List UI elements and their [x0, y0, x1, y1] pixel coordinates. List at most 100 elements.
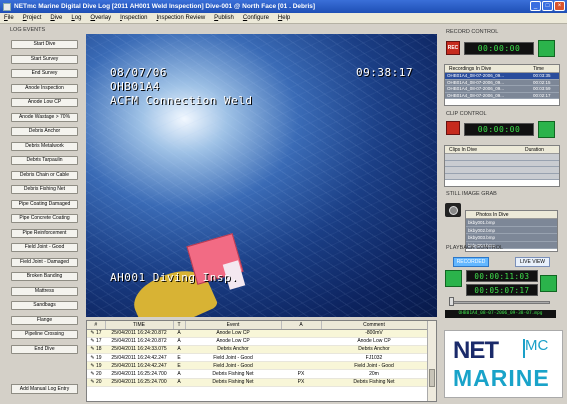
minimize-button[interactable]: _	[530, 1, 541, 11]
table-row[interactable]: ✎ 17 25/04/2011 16:24:20.872 A Anode Low CP…	[87, 337, 427, 346]
col-header[interactable]: A	[281, 321, 322, 330]
clip-button[interactable]	[446, 121, 460, 135]
sandbags-button[interactable]: Sandbags	[11, 301, 78, 310]
camera-icon[interactable]	[445, 203, 461, 217]
pipe-concrete-coating-button[interactable]: Pipe Concrete Coating	[11, 214, 78, 223]
end-survey-button[interactable]: End Survey	[11, 69, 78, 78]
table-row[interactable]: ✎ 19 25/04/2011 16:24:42.247 E Field Joint …	[87, 353, 427, 363]
cell-t: A	[173, 345, 185, 355]
table-row[interactable]: ✎ 17 25/04/2011 16:24:20.872 A Anode Low CP…	[87, 329, 427, 338]
field-joint-good-button[interactable]: Field Joint - Good	[11, 243, 78, 252]
playback-slider[interactable]	[450, 301, 550, 304]
clip-go-button[interactable]	[538, 121, 555, 138]
cell-n: ✎ 20	[87, 369, 105, 379]
debris-fishing-net-button[interactable]: Debris Fishing Net	[11, 185, 78, 194]
cell-event: Debris Fishing Net	[185, 378, 281, 387]
table-row[interactable]: ✎ 18 25/04/2011 16:24:33.075 A Debris Ancho…	[87, 345, 427, 355]
cell-time: 25/04/2011 16:25:24.700	[105, 369, 173, 379]
field-joint-damaged-button[interactable]: Field Joint - Damaged	[11, 257, 78, 267]
cell-n: ✎ 20	[87, 378, 105, 387]
list-item[interactable]: bkby003.bmp	[466, 234, 557, 242]
record-go-button[interactable]	[538, 40, 555, 57]
scroll-thumb[interactable]	[429, 369, 435, 387]
recording-name: OHB01A4_08-07-2006_09...	[447, 92, 505, 98]
broken-banding-button[interactable]: Broken Banding	[11, 272, 78, 281]
cell-n: ✎ 19	[87, 361, 105, 371]
col-header[interactable]: #	[87, 321, 106, 330]
end-dive-button[interactable]: End Dive	[11, 344, 78, 354]
list-item[interactable]	[445, 173, 559, 180]
menu-inspection-review[interactable]: Inspection Review	[156, 15, 205, 21]
menu-publish[interactable]: Publish	[214, 15, 234, 21]
flange-button[interactable]: Flange	[11, 315, 78, 325]
list-item[interactable]: OHB01A4_08-07-2006_09... 00:02:17	[445, 92, 559, 99]
list-item[interactable]: bkby001.bmp	[466, 219, 557, 227]
title-bar: NETmc Marine Digital Dive Log [2011 AH00…	[0, 0, 567, 13]
pipeline-crossing-button[interactable]: Pipeline Crossing	[11, 330, 78, 339]
menu-project[interactable]: Project	[23, 15, 42, 21]
play-button[interactable]	[445, 270, 462, 287]
video-line2: ACFM Connection Weld	[110, 94, 253, 107]
stop-button[interactable]	[540, 275, 557, 292]
clips-header: Clips In Dive Duration	[445, 146, 559, 154]
rec-button[interactable]: REC	[446, 41, 460, 55]
col-header: Clips In Dive	[449, 147, 478, 153]
cell-t: A	[173, 337, 185, 346]
slider-knob[interactable]	[449, 297, 454, 306]
recordings-list[interactable]: Recordings In Dive Time OHB01A4_08-07-20…	[444, 64, 560, 106]
anode-inspection-button[interactable]: Anode Inspection	[11, 83, 78, 93]
debris-tarpaulin-button[interactable]: Debris Tarpaulin	[11, 156, 78, 165]
debris-anchor-button[interactable]: Debris Anchor	[11, 127, 78, 136]
cell-comment: 20m	[321, 369, 427, 379]
menu-file[interactable]: File	[4, 15, 14, 21]
clips-list[interactable]: Clips In Dive Duration	[444, 145, 560, 187]
cell-t: E	[173, 353, 185, 363]
cell-a	[281, 353, 321, 363]
menu-configure[interactable]: Configure	[243, 15, 269, 21]
col-header[interactable]: T	[173, 321, 186, 330]
close-button[interactable]: ×	[554, 1, 565, 11]
menu-help[interactable]: Help	[278, 15, 290, 21]
menu-log[interactable]: Log	[71, 15, 81, 21]
log-events-header: LOG EVENTS	[10, 27, 46, 33]
cell-comment: Debris Fishing Net	[321, 378, 427, 387]
event-log-table[interactable]: # TIME T Event A Comment ✎ 17 25/04/2011 …	[86, 320, 437, 402]
anode-low-cp-button[interactable]: Anode Low CP	[11, 98, 78, 107]
cell-a	[281, 337, 321, 346]
menu-overlay[interactable]: Overlay	[90, 15, 111, 21]
list-item[interactable]: bkby002.bmp	[466, 226, 557, 234]
table-row[interactable]: ✎ 19 25/04/2011 16:24:42.247 E Field Joint …	[87, 361, 427, 371]
col-header[interactable]: Comment	[321, 321, 428, 330]
table-row[interactable]: ✎ 20 25/04/2011 16:25:24.700 A Debris Fishi…	[87, 369, 427, 379]
cell-event: Anode Low CP	[185, 337, 281, 346]
video-time: 09:38:17	[356, 66, 413, 79]
add-manual-log-entry-button[interactable]: Add Manual Log Entry	[11, 384, 78, 394]
maximize-button[interactable]: □	[542, 1, 553, 11]
cell-event: Field Joint - Good	[185, 353, 281, 363]
menu-inspection[interactable]: Inspection	[120, 15, 147, 21]
anode-wastage-70-button[interactable]: Anode Wastage > 70%	[11, 112, 78, 122]
menu-dive[interactable]: Dive	[50, 15, 62, 21]
recording-time: 00:03:35	[533, 73, 551, 78]
app-icon	[3, 2, 11, 11]
debris-metalwork-button[interactable]: Debris Metalwork	[11, 141, 78, 151]
log-scrollbar[interactable]	[427, 321, 436, 401]
cell-t: A	[173, 329, 185, 338]
col-header[interactable]: TIME	[105, 321, 174, 330]
start-dive-button[interactable]: Start Dive	[11, 40, 78, 49]
col-header[interactable]: Event	[185, 321, 282, 330]
recording-time: 00:02:15	[533, 79, 551, 85]
pipe-reinforcement-button[interactable]: Pipe Reinforcement	[11, 228, 78, 238]
cell-n: ✎ 17	[87, 329, 105, 338]
live-view-button[interactable]: LIVE VIEW	[515, 257, 550, 267]
mattress-button[interactable]: Mattress	[11, 286, 78, 296]
cell-time: 25/04/2011 16:24:20.872	[105, 337, 173, 346]
table-row[interactable]: ✎ 20 25/04/2011 16:25:24.700 A Debris Fishi…	[87, 378, 427, 387]
start-survey-button[interactable]: Start Survey	[11, 54, 78, 64]
table-header: # TIME T Event A Comment	[87, 321, 428, 330]
recording-name: OHB01A4_08-07-2006_09...	[447, 86, 505, 91]
pipe-coating-damaged-button[interactable]: Pipe Coating Damaged	[11, 199, 78, 209]
debris-chain-or-cable-button[interactable]: Debris Chain or Cable	[11, 170, 78, 180]
recorded-button[interactable]: RECORDED	[453, 257, 489, 267]
playback-control-title: PLAYBACK CONTROL	[446, 245, 504, 251]
